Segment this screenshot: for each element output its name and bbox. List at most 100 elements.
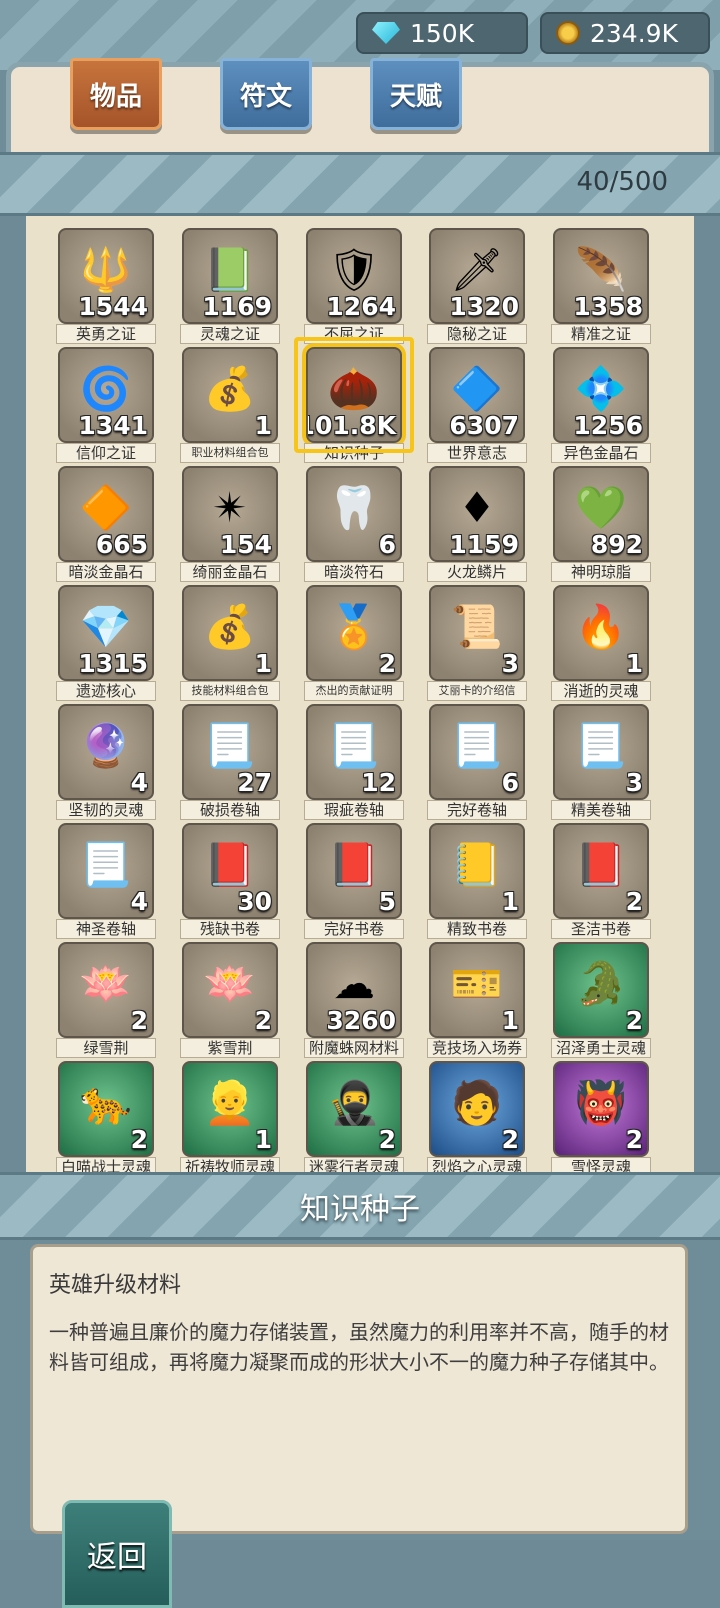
- item-quantity: 2: [625, 1006, 643, 1035]
- gold-counter[interactable]: 234.9K: [540, 12, 710, 54]
- item-quantity: 2: [625, 1125, 643, 1154]
- bronze-medal-icon: 🏅: [327, 602, 381, 652]
- item-tile: 🧑 2: [429, 1061, 525, 1157]
- item-tile: 💎 1315: [58, 585, 154, 681]
- tab-items[interactable]: 物品: [70, 58, 162, 130]
- inventory-item[interactable]: 📕 5 完好书卷: [304, 823, 404, 939]
- item-tile: ✴ 154: [182, 466, 278, 562]
- item-tile: 📜 3: [429, 585, 525, 681]
- item-name: 附魔蛛网材料: [304, 1038, 404, 1058]
- inventory-item[interactable]: 💰 1 技能材料组合包: [180, 585, 280, 701]
- item-name: 绮丽金晶石: [180, 562, 280, 582]
- item-tile: 📗 1169: [182, 228, 278, 324]
- inventory-item[interactable]: 🎫 1 竞技场入场券: [427, 942, 527, 1058]
- gem-icon: [372, 22, 400, 44]
- inventory-item[interactable]: 💚 892 神明琼脂: [551, 466, 651, 582]
- item-name: 精致书卷: [427, 919, 527, 939]
- item-name: 世界意志: [427, 443, 527, 463]
- item-tile: 🔥 1: [553, 585, 649, 681]
- inventory-item[interactable]: 🌰 101.8K 知识种子: [294, 337, 414, 463]
- inventory-item[interactable]: 📕 2 圣洁书卷: [551, 823, 651, 939]
- inventory-item[interactable]: 📗 1169 灵魂之证: [180, 228, 280, 344]
- item-quantity: 1169: [202, 292, 272, 321]
- item-tile: 👱 1: [182, 1061, 278, 1157]
- tab-talents[interactable]: 天赋: [370, 58, 462, 130]
- item-tile: 📃 6: [429, 704, 525, 800]
- inventory-item[interactable]: 📜 3 艾丽卡的介绍信: [427, 585, 527, 701]
- item-name: 暗淡符石: [304, 562, 404, 582]
- gold-gem-icon: ✴: [212, 483, 248, 533]
- inventory-item[interactable]: 🗡 1320 隐秘之证: [427, 228, 527, 344]
- inventory-item[interactable]: ☁ 3260 附魔蛛网材料: [304, 942, 404, 1058]
- back-button[interactable]: 返回: [62, 1500, 172, 1608]
- item-tile: 🔮 4: [58, 704, 154, 800]
- item-name: 隐秘之证: [427, 324, 527, 344]
- scroll-letter-icon: 📜: [450, 602, 504, 652]
- inventory-item[interactable]: 💎 1315 遗迹核心: [56, 585, 156, 701]
- inventory-item[interactable]: 📃 3 精美卷轴: [551, 704, 651, 820]
- shield-emblem-icon: 🛡: [327, 245, 381, 295]
- inventory-item[interactable]: 🏅 2 杰出的贡献证明: [304, 585, 404, 701]
- inventory-item[interactable]: 🐊 2 沼泽勇士灵魂: [551, 942, 651, 1058]
- inventory-item[interactable]: 📒 1 精致书卷: [427, 823, 527, 939]
- item-tile: 🏅 2: [306, 585, 402, 681]
- inventory-item[interactable]: 📃 27 破损卷轴: [180, 704, 280, 820]
- item-name: 精美卷轴: [551, 800, 651, 820]
- item-tile: 📕 5: [306, 823, 402, 919]
- inventory-item[interactable]: 🔷 6307 世界意志: [427, 347, 527, 463]
- scroll-icon: 📃: [450, 721, 504, 771]
- gem-counter[interactable]: 150K: [356, 12, 528, 54]
- gold-coin-icon: [556, 21, 580, 45]
- inventory-item[interactable]: 📃 12 瑕疵卷轴: [304, 704, 404, 820]
- inventory-item[interactable]: 🪷 2 紫雪荆: [180, 942, 280, 1058]
- inventory-item[interactable]: 🪷 2 绿雪荆: [56, 942, 156, 1058]
- capacity-count: 40/500: [576, 167, 668, 197]
- item-quantity: 1: [501, 887, 519, 916]
- inventory-item[interactable]: 🪶 1358 精准之证: [551, 228, 651, 344]
- masked-portrait-icon: 🥷: [327, 1078, 381, 1128]
- item-name: 破损卷轴: [180, 800, 280, 820]
- item-quantity: 154: [219, 530, 272, 559]
- inventory-item[interactable]: 🔮 4 坚韧的灵魂: [56, 704, 156, 820]
- item-quantity: 2: [130, 1006, 148, 1035]
- item-quantity: 3260: [326, 1006, 396, 1035]
- inventory-item[interactable]: 💠 1256 异色金晶石: [551, 347, 651, 463]
- inventory-item[interactable]: 👹 2 雪怪灵魂: [551, 1061, 651, 1177]
- inventory-item[interactable]: 🥷 2 迷雾行者灵魂: [304, 1061, 404, 1177]
- inventory-grid[interactable]: 🔱 1544 英勇之证 📗 1169 灵魂之证 🛡 1264 不屈之证 🗡 1320 隐秘之证 🪶 135…: [26, 216, 694, 1200]
- item-quantity: 1: [254, 649, 272, 678]
- inventory-item[interactable]: 🐆 2 白喵战士灵魂: [56, 1061, 156, 1177]
- item-name: 异色金晶石: [551, 443, 651, 463]
- item-quantity: 2: [254, 1006, 272, 1035]
- inventory-item[interactable]: 🌀 1341 信仰之证: [56, 347, 156, 463]
- item-name: 完好书卷: [304, 919, 404, 939]
- item-quantity: 4: [130, 768, 148, 797]
- tab-runes[interactable]: 符文: [220, 58, 312, 130]
- inventory-item[interactable]: ✴ 154 绮丽金晶石: [180, 466, 280, 582]
- item-tile: 🌀 1341: [58, 347, 154, 443]
- item-quantity: 1: [254, 411, 272, 440]
- inventory-item[interactable]: 🔶 665 暗淡金晶石: [56, 466, 156, 582]
- inventory-item[interactable]: 📃 6 完好卷轴: [427, 704, 527, 820]
- inventory-item[interactable]: 🧑 2 烈焰之心灵魂: [427, 1061, 527, 1177]
- cotton-web-icon: ☁: [333, 959, 375, 1009]
- item-tile: 📃 12: [306, 704, 402, 800]
- inventory-item[interactable]: 🔥 1 消逝的灵魂: [551, 585, 651, 701]
- item-name: 火龙鳞片: [427, 562, 527, 582]
- inventory-item[interactable]: ♦ 1159 火龙鳞片: [427, 466, 527, 582]
- inventory-item[interactable]: 📃 4 神圣卷轴: [56, 823, 156, 939]
- inventory-item[interactable]: 🛡 1264 不屈之证: [304, 228, 404, 344]
- trident-icon: 🗡: [450, 245, 504, 295]
- inventory-item[interactable]: 🦷 6 暗淡符石: [304, 466, 404, 582]
- scroll-icon: 📃: [203, 721, 257, 771]
- inventory-item[interactable]: 💰 1 职业材料组合包: [180, 347, 280, 463]
- item-tile: 🐆 2: [58, 1061, 154, 1157]
- inventory-item[interactable]: 🔱 1544 英勇之证: [56, 228, 156, 344]
- item-quantity: 2: [501, 1125, 519, 1154]
- inventory-item[interactable]: 👱 1 祈祷牧师灵魂: [180, 1061, 280, 1177]
- item-quantity: 1: [501, 1006, 519, 1035]
- item-quantity: 5: [378, 887, 396, 916]
- item-quantity: 1: [254, 1125, 272, 1154]
- inventory-item[interactable]: 📕 30 残缺书卷: [180, 823, 280, 939]
- item-name: 精准之证: [551, 324, 651, 344]
